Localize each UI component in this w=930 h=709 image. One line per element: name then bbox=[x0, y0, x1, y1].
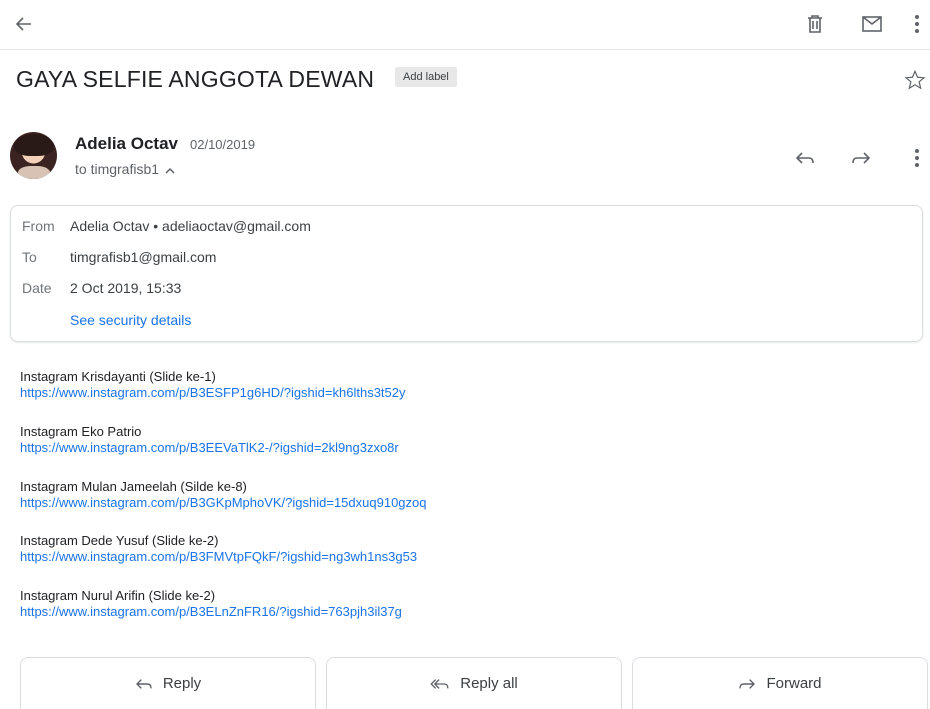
sender-avatar[interactable] bbox=[10, 132, 57, 179]
item-link[interactable]: https://www.instagram.com/p/B3GKpMphoVK/… bbox=[20, 495, 427, 511]
item-title: Instagram Krisdayanti (Slide ke-1) bbox=[20, 369, 216, 384]
message-details-card: From Adelia Octav • adeliaoctav@gmail.co… bbox=[10, 205, 923, 342]
forward-button[interactable]: Forward bbox=[632, 657, 928, 709]
from-label: From bbox=[22, 218, 55, 234]
to-value: timgrafisb1@gmail.com bbox=[70, 249, 217, 265]
more-vert-icon bbox=[914, 14, 920, 34]
email-subject: GAYA SELFIE ANGGOTA DEWAN bbox=[16, 66, 375, 92]
date-label: Date bbox=[22, 280, 52, 296]
more-options-button[interactable] bbox=[901, 8, 930, 40]
chevron-up-icon bbox=[165, 161, 175, 177]
list-item: Instagram Dede Yusuf (Slide ke-2) https:… bbox=[20, 533, 417, 565]
item-title: Instagram Eko Patrio bbox=[20, 424, 142, 439]
reply-all-label: Reply all bbox=[460, 675, 518, 692]
star-button[interactable] bbox=[899, 64, 930, 96]
top-app-bar bbox=[0, 0, 930, 50]
subject-row: GAYA SELFIE ANGGOTA DEWAN bbox=[0, 56, 930, 102]
recipient-summary: to timgrafisb1 bbox=[75, 161, 160, 177]
avatar-hair bbox=[14, 134, 54, 156]
avatar-shirt bbox=[18, 166, 50, 179]
arrow-left-icon bbox=[14, 14, 34, 34]
forward-icon-button[interactable] bbox=[845, 142, 877, 174]
list-item: Instagram Krisdayanti (Slide ke-1) https… bbox=[20, 369, 406, 401]
mark-unread-button[interactable] bbox=[856, 8, 888, 40]
list-item: Instagram Eko Patrio https://www.instagr… bbox=[20, 424, 399, 456]
item-link[interactable]: https://www.instagram.com/p/B3FMVtpFQkF/… bbox=[20, 549, 417, 565]
more-vert-icon bbox=[914, 148, 920, 168]
recipient-toggle[interactable]: to timgrafisb1 bbox=[75, 161, 175, 177]
item-link[interactable]: https://www.instagram.com/p/B3ESFP1g6HD/… bbox=[20, 385, 406, 401]
reply-icon bbox=[795, 150, 815, 166]
star-outline-icon bbox=[904, 69, 926, 91]
list-item: Instagram Nurul Arifin (Slide ke-2) http… bbox=[20, 588, 402, 620]
reply-all-button[interactable]: Reply all bbox=[326, 657, 622, 709]
sender-name: Adelia Octav bbox=[75, 134, 178, 153]
date-value: 2 Oct 2019, 15:33 bbox=[70, 280, 182, 296]
delete-button[interactable] bbox=[799, 8, 831, 40]
reply-icon-button[interactable] bbox=[789, 142, 821, 174]
forward-icon bbox=[851, 150, 871, 166]
envelope-icon bbox=[862, 16, 882, 32]
message-more-button[interactable] bbox=[901, 142, 930, 174]
reply-label: Reply bbox=[162, 675, 202, 692]
reply-icon bbox=[135, 677, 153, 691]
item-link[interactable]: https://www.instagram.com/p/B3EEVaTlK2-/… bbox=[20, 440, 399, 456]
item-title: Instagram Nurul Arifin (Slide ke-2) bbox=[20, 588, 216, 603]
item-title: Instagram Mulan Jameelah (Silde ke-8) bbox=[20, 479, 247, 494]
back-button[interactable] bbox=[8, 8, 40, 40]
security-details-link[interactable]: See security details bbox=[70, 312, 191, 328]
add-label-chip[interactable]: Add label bbox=[395, 67, 457, 87]
item-title: Instagram Dede Yusuf (Slide ke-2) bbox=[20, 533, 219, 548]
item-link[interactable]: https://www.instagram.com/p/B3ELnZnFR16/… bbox=[20, 604, 402, 620]
forward-label: Forward bbox=[766, 675, 822, 692]
forward-icon bbox=[738, 677, 756, 691]
list-item: Instagram Mulan Jameelah (Silde ke-8) ht… bbox=[20, 479, 427, 511]
to-label: To bbox=[22, 249, 37, 265]
reply-button[interactable]: Reply bbox=[20, 657, 316, 709]
from-value: Adelia Octav • adeliaoctav@gmail.com bbox=[70, 218, 311, 234]
message-date: 02/10/2019 bbox=[190, 137, 256, 152]
trash-icon bbox=[806, 14, 824, 34]
reply-all-icon bbox=[430, 677, 450, 691]
